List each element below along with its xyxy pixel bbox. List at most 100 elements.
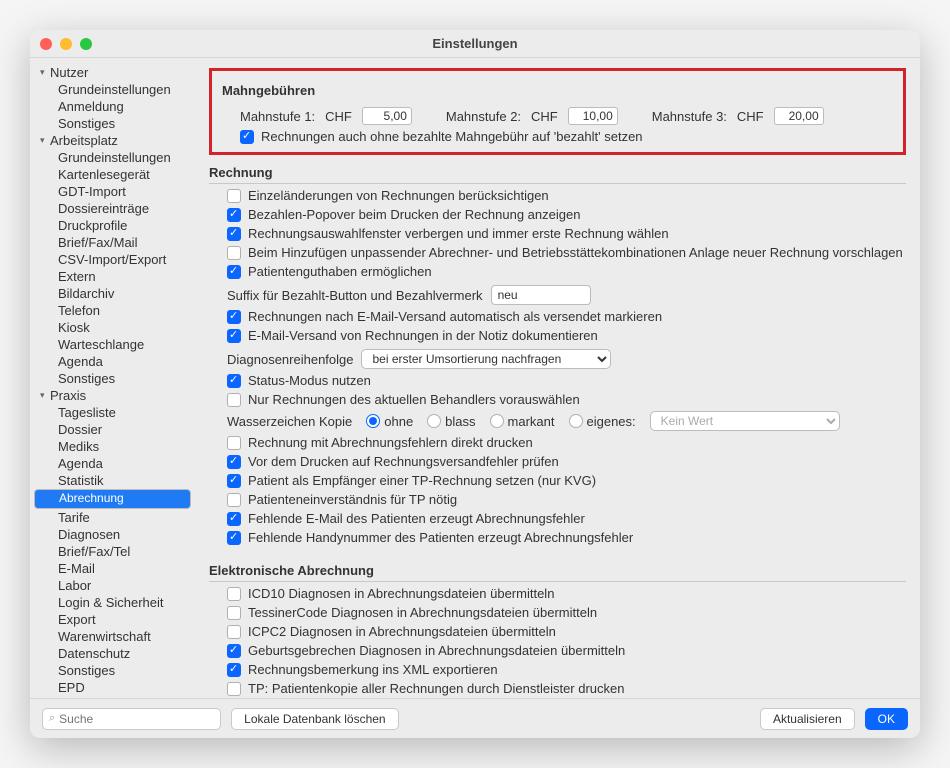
- sidebar-item-dossier[interactable]: Dossier: [30, 421, 195, 438]
- sidebar-group[interactable]: ▾Praxis: [30, 387, 195, 404]
- elektronisch-checkbox-5[interactable]: [227, 682, 241, 696]
- sidebar-item-grundeinstellungen[interactable]: Grundeinstellungen: [30, 149, 195, 166]
- rechnung-status-checkbox-1[interactable]: [227, 393, 241, 407]
- elektronisch-label-3: Geburtsgebrechen Diagnosen in Abrechnung…: [248, 643, 625, 658]
- elektronisch-checkbox-0[interactable]: [227, 587, 241, 601]
- section-title-elektronisch: Elektronische Abrechnung: [209, 559, 906, 582]
- rechnung-print-label-0: Rechnung mit Abrechnungsfehlern direkt d…: [248, 435, 533, 450]
- sidebar-item-extern[interactable]: Extern: [30, 268, 195, 285]
- suffix-input[interactable]: [491, 285, 591, 305]
- sidebar-item-diagnosen[interactable]: Diagnosen: [30, 526, 195, 543]
- elektronisch-checkbox-4[interactable]: [227, 663, 241, 677]
- sidebar-item-brief-fax-mail[interactable]: Brief/Fax/Mail: [30, 234, 195, 251]
- sidebar-item-grundeinstellungen[interactable]: Grundeinstellungen: [30, 81, 195, 98]
- search-input[interactable]: [59, 712, 214, 726]
- sidebar-item-abrechnung[interactable]: Abrechnung: [34, 489, 191, 509]
- elektronisch-label-0: ICD10 Diagnosen in Abrechnungsdateien üb…: [248, 586, 554, 601]
- sidebar-item-warenwirtschaft[interactable]: Warenwirtschaft: [30, 628, 195, 645]
- sidebar-item-login-sicherheit[interactable]: Login & Sicherheit: [30, 594, 195, 611]
- wz-radio-markant[interactable]: [490, 414, 504, 428]
- sidebar-item-export[interactable]: Export: [30, 611, 195, 628]
- sidebar-item-labor[interactable]: Labor: [30, 577, 195, 594]
- sidebar-item-sonstiges[interactable]: Sonstiges: [30, 662, 195, 679]
- sidebar-item-druckprofile[interactable]: Druckprofile: [30, 217, 195, 234]
- diag-order-select[interactable]: bei erster Umsortierung nachfragen: [361, 349, 611, 369]
- elektronisch-label-5: TP: Patientenkopie aller Rechnungen durc…: [248, 681, 625, 696]
- sidebar-item-agenda[interactable]: Agenda: [30, 455, 195, 472]
- rechnung-checkbox-4[interactable]: [227, 265, 241, 279]
- sidebar-item-sonstiges[interactable]: Sonstiges: [30, 115, 195, 132]
- mahngebuehren-section: Mahngebühren Mahnstufe 1: CHF Mahnstufe …: [209, 68, 906, 155]
- elektronisch-checkbox-3[interactable]: [227, 644, 241, 658]
- section-title-rechnung: Rechnung: [209, 161, 906, 184]
- settings-window: Einstellungen ▾NutzerGrundeinstellungenA…: [30, 30, 920, 738]
- sidebar-item-bildarchiv[interactable]: Bildarchiv: [30, 285, 195, 302]
- rechnung-email-label-1: E-Mail-Versand von Rechnungen in der Not…: [248, 328, 598, 343]
- mahnstufe1-input[interactable]: [362, 107, 412, 125]
- sidebar-item-dossiereintr-ge[interactable]: Dossiereinträge: [30, 200, 195, 217]
- section-title-mahngebuehren: Mahngebühren: [222, 83, 893, 101]
- currency-label: CHF: [737, 109, 764, 124]
- rechnung-checkbox-2[interactable]: [227, 227, 241, 241]
- rechnung-print-checkbox-3[interactable]: [227, 493, 241, 507]
- elektronisch-label-2: ICPC2 Diagnosen in Abrechnungsdateien üb…: [248, 624, 556, 639]
- sidebar-item-tagesliste[interactable]: Tagesliste: [30, 404, 195, 421]
- rechnung-print-checkbox-4[interactable]: [227, 512, 241, 526]
- mahnstufe3-input[interactable]: [774, 107, 824, 125]
- rechnung-print-label-4: Fehlende E-Mail des Patienten erzeugt Ab…: [248, 511, 585, 526]
- sidebar-item-mediks[interactable]: Mediks: [30, 438, 195, 455]
- rechnung-print-checkbox-1[interactable]: [227, 455, 241, 469]
- sidebar-item-anmeldung[interactable]: Anmeldung: [30, 98, 195, 115]
- sidebar-item-tarife[interactable]: Tarife: [30, 509, 195, 526]
- sidebar-item-csv-import-export[interactable]: CSV-Import/Export: [30, 251, 195, 268]
- rechnung-email-checkbox-1[interactable]: [227, 329, 241, 343]
- rechnung-checkbox-0[interactable]: [227, 189, 241, 203]
- sidebar-item-agenda[interactable]: Agenda: [30, 353, 195, 370]
- sidebar-item-sonstiges[interactable]: Sonstiges: [30, 370, 195, 387]
- mahnstufe1-label: Mahnstufe 1:: [240, 109, 315, 124]
- currency-label: CHF: [531, 109, 558, 124]
- ok-button[interactable]: OK: [865, 708, 908, 730]
- rechnung-email-checkbox-0[interactable]: [227, 310, 241, 324]
- delete-local-db-button[interactable]: Lokale Datenbank löschen: [231, 708, 398, 730]
- sidebar-item-e-mail[interactable]: E-Mail: [30, 560, 195, 577]
- sidebar-item-epd[interactable]: EPD: [30, 679, 195, 696]
- sidebar-group[interactable]: ▾Arbeitsplatz: [30, 132, 195, 149]
- wz-radio-blass[interactable]: [427, 414, 441, 428]
- rechnung-status-checkbox-0[interactable]: [227, 374, 241, 388]
- rechnung-label-3: Beim Hinzufügen unpassender Abrechner- u…: [248, 245, 903, 260]
- sidebar-item-telefon[interactable]: Telefon: [30, 302, 195, 319]
- rechnung-print-checkbox-5[interactable]: [227, 531, 241, 545]
- sidebar-item-brief-fax-tel[interactable]: Brief/Fax/Tel: [30, 543, 195, 560]
- wz-radio-ohne[interactable]: [366, 414, 380, 428]
- rechnung-print-checkbox-0[interactable]: [227, 436, 241, 450]
- sidebar-group[interactable]: ▾Nutzer: [30, 64, 195, 81]
- rechnung-checkbox-3[interactable]: [227, 246, 241, 260]
- auto-bezahlt-label: Rechnungen auch ohne bezahlte Mahngebühr…: [261, 129, 643, 144]
- search-icon: ⌕: [49, 712, 55, 725]
- elektronisch-checkbox-2[interactable]: [227, 625, 241, 639]
- rechnung-checkbox-1[interactable]: [227, 208, 241, 222]
- rechnung-print-label-3: Patienteneinverständnis für TP nötig: [248, 492, 457, 507]
- elektronisch-label-4: Rechnungsbemerkung ins XML exportieren: [248, 662, 498, 677]
- chevron-down-icon: ▾: [40, 132, 50, 149]
- mahnstufe2-input[interactable]: [568, 107, 618, 125]
- search-field[interactable]: ⌕: [42, 708, 221, 730]
- elektronisch-checkbox-1[interactable]: [227, 606, 241, 620]
- rechnung-email-label-0: Rechnungen nach E-Mail-Versand automatis…: [248, 309, 662, 324]
- sidebar-item-warteschlange[interactable]: Warteschlange: [30, 336, 195, 353]
- rechnung-label-4: Patientenguthaben ermöglichen: [248, 264, 432, 279]
- wz-radio-eigenes[interactable]: [569, 414, 583, 428]
- wasserzeichen-custom-select[interactable]: Kein Wert: [650, 411, 840, 431]
- sidebar-item-gdt-import[interactable]: GDT-Import: [30, 183, 195, 200]
- chevron-down-icon: ▾: [40, 64, 50, 81]
- rechnung-status-label-0: Status-Modus nutzen: [248, 373, 371, 388]
- refresh-button[interactable]: Aktualisieren: [760, 708, 855, 730]
- suffix-label: Suffix für Bezahlt-Button und Bezahlverm…: [227, 288, 483, 303]
- auto-bezahlt-checkbox[interactable]: [240, 130, 254, 144]
- sidebar-item-statistik[interactable]: Statistik: [30, 472, 195, 489]
- sidebar-item-kiosk[interactable]: Kiosk: [30, 319, 195, 336]
- rechnung-print-checkbox-2[interactable]: [227, 474, 241, 488]
- sidebar-item-datenschutz[interactable]: Datenschutz: [30, 645, 195, 662]
- sidebar-item-kartenleseger-t[interactable]: Kartenlesegerät: [30, 166, 195, 183]
